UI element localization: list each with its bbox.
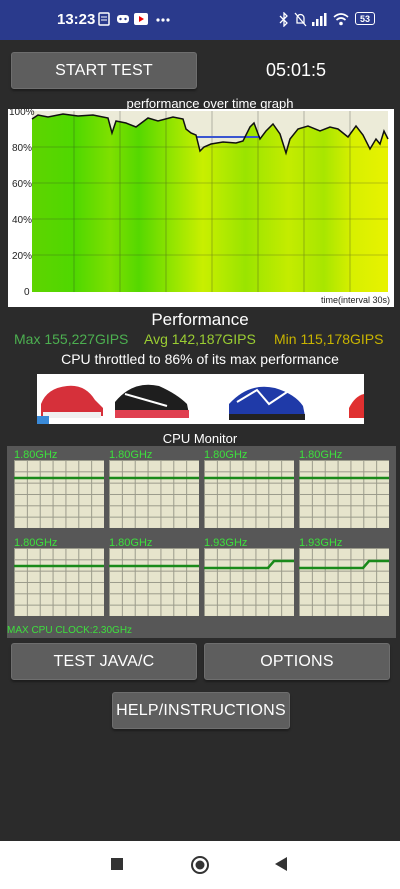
- navigation-bar: [0, 841, 400, 889]
- home-icon[interactable]: [190, 855, 210, 875]
- core-7-plot: [299, 548, 389, 616]
- ad-banner[interactable]: [37, 374, 364, 424]
- status-time: 13:23: [57, 11, 96, 28]
- performance-graph: 100% 80% 60% 40% 20% 0 time(interval 30s…: [8, 107, 394, 307]
- max-cpu-clock: MAX CPU CLOCK:2.30GHz: [7, 625, 133, 636]
- youtube-icon: [134, 13, 148, 25]
- core-6-plot: [204, 548, 294, 616]
- cpu-core-0: 1.80GHz: [14, 449, 104, 529]
- cpu-core-3: 1.80GHz: [299, 449, 389, 529]
- throttle-text: CPU throttled to 86% of its max performa…: [61, 351, 339, 367]
- y-tick-40: 40%: [12, 215, 33, 226]
- cpu-core-5: 1.80GHz: [109, 537, 199, 617]
- wifi-icon: [333, 13, 349, 26]
- start-test-button[interactable]: START TEST: [11, 52, 197, 89]
- core-2-plot: [204, 460, 294, 528]
- test-java-button[interactable]: TEST JAVA/C: [11, 643, 197, 680]
- cpu-core-1: 1.80GHz: [109, 449, 199, 529]
- core-5-plot: [109, 548, 199, 616]
- more-notifications-icon: [156, 18, 170, 22]
- cpu-monitor-title: CPU Monitor: [162, 431, 238, 446]
- cpu-core-7: 1.93GHz: [299, 537, 389, 617]
- y-tick-80: 80%: [12, 143, 33, 154]
- options-label: OPTIONS: [260, 652, 334, 670]
- game-controller-icon: [117, 15, 129, 23]
- options-button[interactable]: OPTIONS: [204, 643, 390, 680]
- cpu-core-6: 1.93GHz: [204, 537, 294, 617]
- document-notification-icon: [98, 12, 110, 26]
- core-1-plot: [109, 460, 199, 528]
- cpu-core-4: 1.80GHz: [14, 537, 104, 617]
- status-bar: 13:23 53: [0, 0, 400, 40]
- battery-icon: 53: [355, 12, 375, 25]
- x-axis-label: time(interval 30s): [320, 295, 390, 305]
- avg-gips: Avg 142,187GIPS: [144, 331, 256, 347]
- shoe-ad-image: [37, 384, 364, 424]
- y-tick-60: 60%: [12, 179, 33, 190]
- help-instructions-button[interactable]: HELP/INSTRUCTIONS: [112, 692, 290, 729]
- y-tick-20: 20%: [12, 251, 33, 262]
- test-java-label: TEST JAVA/C: [53, 652, 155, 670]
- y-tick-0: 0: [24, 287, 30, 298]
- performance-title: Performance: [151, 310, 249, 329]
- back-icon[interactable]: [274, 856, 288, 872]
- y-tick-100: 100%: [9, 107, 35, 118]
- performance-graph-plot: [31, 111, 389, 292]
- bluetooth-icon: [279, 12, 288, 27]
- battery-level: 53: [359, 13, 370, 24]
- recents-icon[interactable]: [110, 857, 124, 871]
- max-gips: Max 155,227GIPS: [14, 331, 129, 347]
- min-gips: Min 115,178GIPS: [274, 331, 384, 347]
- help-instructions-label: HELP/INSTRUCTIONS: [116, 701, 286, 719]
- signal-icon: [312, 13, 327, 26]
- cpu-core-2: 1.80GHz: [204, 449, 294, 529]
- mute-icon: [294, 12, 307, 27]
- cpu-monitor-panel: 1.80GHz 1.80GHz 1.80GHz 1.80GHz 1.80GHz …: [7, 446, 396, 638]
- core-0-plot: [14, 460, 104, 528]
- core-4-plot: [14, 548, 104, 616]
- start-test-label: START TEST: [55, 61, 153, 79]
- core-3-plot: [299, 460, 389, 528]
- test-timer: 05:01:5: [266, 60, 327, 80]
